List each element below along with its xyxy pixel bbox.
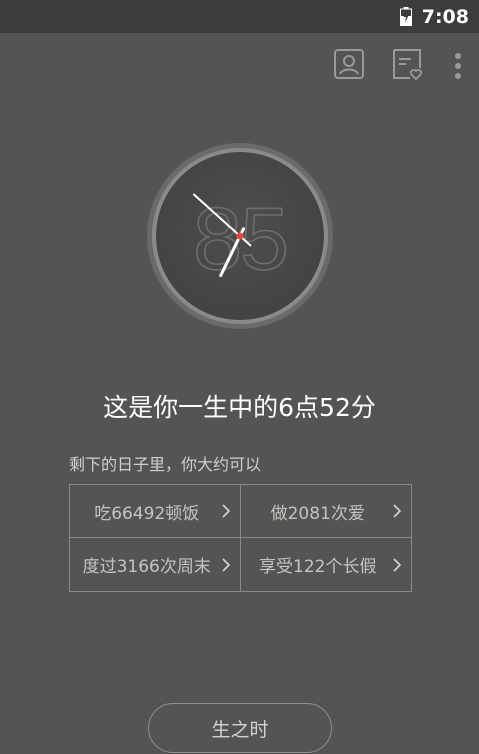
- stat-label: 度过3166次周末: [82, 557, 211, 577]
- battery-charging-icon: [399, 7, 412, 26]
- chevron-right-icon: [393, 557, 402, 572]
- profile-icon[interactable]: [333, 48, 365, 84]
- note-heart-icon[interactable]: [390, 48, 424, 86]
- status-bar: 7:08: [0, 0, 479, 33]
- chevron-right-icon: [221, 557, 230, 572]
- stat-holidays[interactable]: 享受122个长假: [241, 538, 412, 591]
- stat-label: 做2081次爱: [270, 503, 365, 524]
- analog-clock: 85: [145, 141, 335, 331]
- headline: 这是你一生中的6点52分: [103, 393, 376, 422]
- more-vertical-icon[interactable]: [452, 53, 464, 83]
- stat-meals[interactable]: 吃66492顿饭: [70, 485, 241, 538]
- stat-love[interactable]: 做2081次爱: [240, 485, 411, 538]
- top-toolbar: [0, 48, 479, 88]
- remaining-days-label: 剩下的日子里，你大约可以: [69, 455, 262, 474]
- stat-weekends[interactable]: 度过3166次周末: [70, 538, 241, 591]
- status-time: 7:08: [421, 5, 469, 28]
- chevron-right-icon: [393, 504, 402, 518]
- stat-label: 吃66492顿饭: [94, 503, 200, 524]
- life-time-button[interactable]: 生之时: [148, 703, 332, 753]
- chevron-right-icon: [221, 504, 230, 518]
- clock-center-dot: [236, 232, 244, 240]
- stats-grid: 吃66492顿饭 做2081次爱 度过3166次周末 享受122个长假: [69, 484, 412, 592]
- stat-label: 享受122个长假: [259, 557, 377, 577]
